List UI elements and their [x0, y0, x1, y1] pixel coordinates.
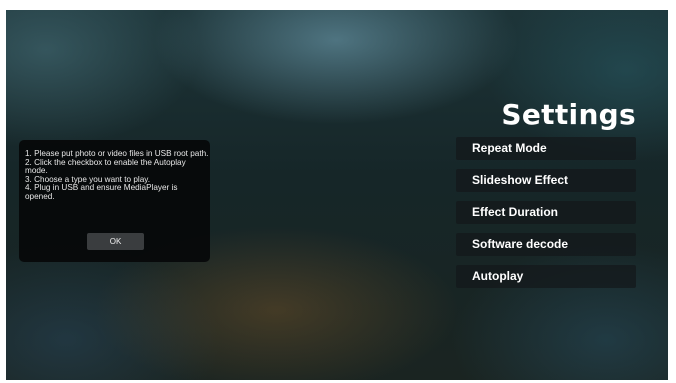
media-player-screen: Settings Repeat Mode Slideshow Effect Ef… — [6, 10, 668, 380]
instruction-line-4: 4. Plug in USB and ensure MediaPlayer is… — [25, 183, 178, 201]
instructions-dialog: 1. Please put photo or video files in US… — [19, 140, 210, 262]
menu-item-repeat-mode[interactable]: Repeat Mode — [456, 137, 636, 160]
page-title: Settings — [501, 98, 636, 131]
menu-item-slideshow-effect[interactable]: Slideshow Effect — [456, 169, 636, 192]
menu-item-software-decode[interactable]: Software decode — [456, 233, 636, 256]
menu-item-effect-duration[interactable]: Effect Duration — [456, 201, 636, 224]
ok-button[interactable]: OK — [87, 233, 144, 250]
dialog-message: 1. Please put photo or video files in US… — [25, 149, 209, 202]
settings-menu: Repeat Mode Slideshow Effect Effect Dura… — [456, 137, 636, 297]
menu-item-autoplay[interactable]: Autoplay — [456, 265, 636, 288]
instruction-line-2: 2. Click the checkbox to enable the Auto… — [25, 157, 186, 176]
